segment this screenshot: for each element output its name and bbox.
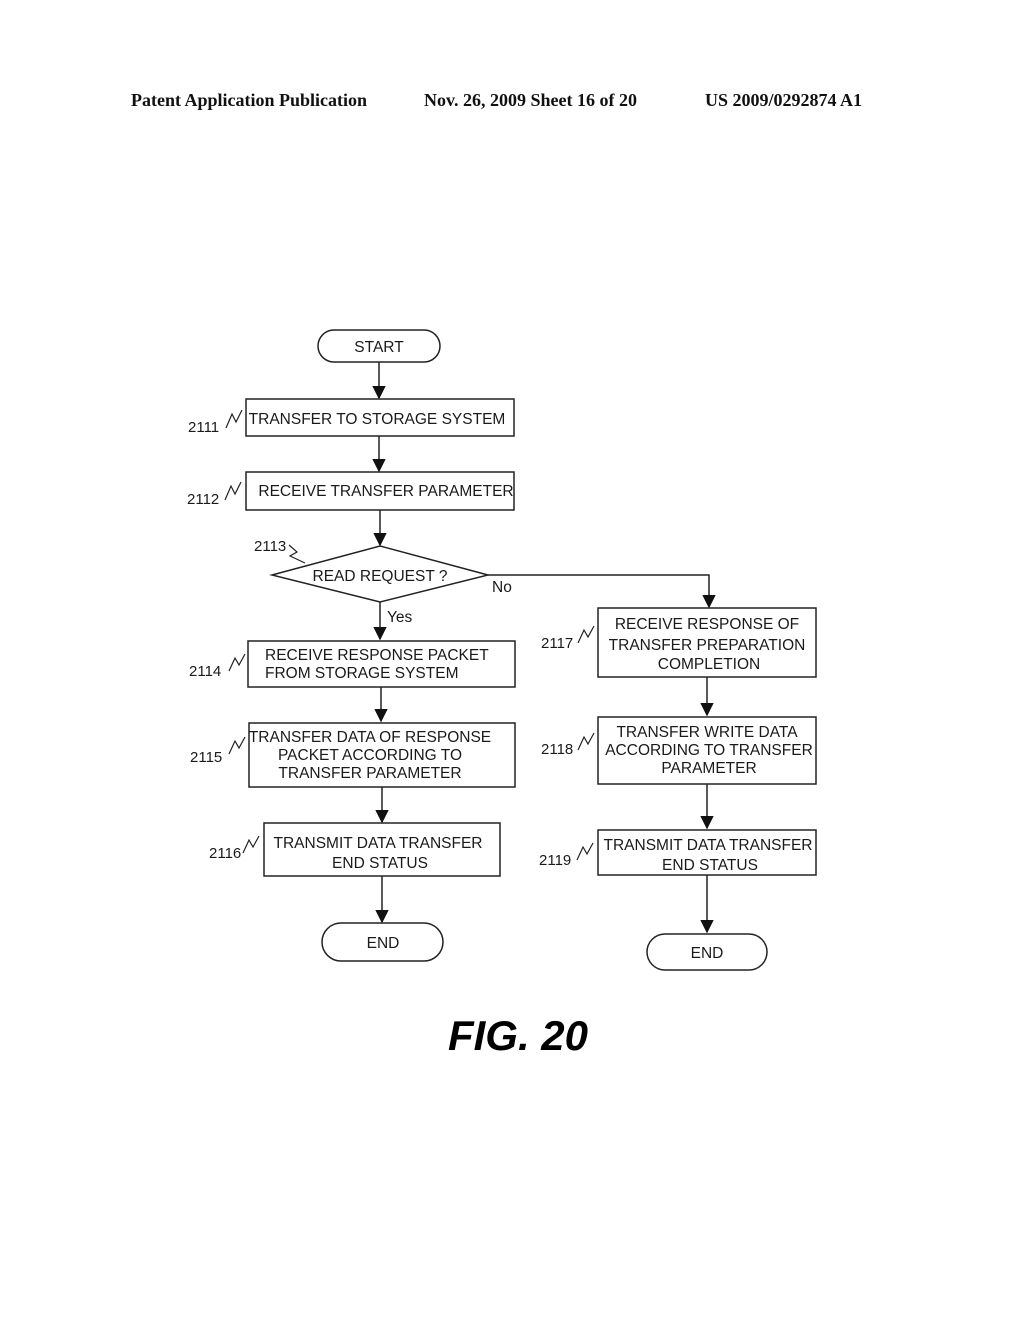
ref-2118: 2118	[541, 741, 573, 758]
ref-squiggle-icon	[228, 653, 246, 672]
step-2112: RECEIVE TRANSFER PARAMETER 2112	[187, 471, 515, 511]
ref-2113: 2113	[254, 538, 286, 555]
ref-2112: 2112	[187, 491, 219, 508]
step-2114-line-1: FROM STORAGE SYSTEM	[265, 665, 459, 682]
arrow-no	[488, 574, 716, 609]
branch-yes-label: Yes	[387, 609, 413, 626]
step-2119: TRANSMIT DATA TRANSFER END STATUS 2119	[539, 829, 817, 876]
decision-2113: READ REQUEST ? 2113	[254, 538, 491, 603]
ref-squiggle-icon	[224, 481, 242, 501]
step-2111: TRANSFER TO STORAGE SYSTEM 2111	[188, 398, 515, 437]
end-left-label: END	[367, 935, 400, 952]
step-2117-line-0: RECEIVE RESPONSE OF	[615, 616, 799, 633]
ref-2116: 2116	[209, 845, 241, 862]
step-2117: RECEIVE RESPONSE OF TRANSFER PREPARATION…	[541, 607, 817, 678]
step-2117-line-1: TRANSFER PREPARATION	[609, 637, 806, 654]
ref-squiggle-icon	[577, 625, 595, 644]
branch-no-label: No	[492, 579, 512, 596]
step-2111-line-0: TRANSFER TO STORAGE SYSTEM	[249, 411, 506, 428]
step-2115-line-2: TRANSFER PARAMETER	[278, 765, 461, 782]
step-2118-line-1: ACCORDING TO TRANSFER	[605, 742, 813, 759]
step-2114: RECEIVE RESPONSE PACKET FROM STORAGE SYS…	[189, 640, 516, 688]
start-terminal: START	[317, 329, 441, 363]
flowchart: START TRANSFER TO STORAGE SYSTEM 2111 RE…	[187, 329, 817, 1059]
step-2119-line-0: TRANSMIT DATA TRANSFER	[604, 837, 813, 854]
ref-2119: 2119	[539, 852, 571, 869]
step-2116: TRANSMIT DATA TRANSFER END STATUS 2116	[209, 822, 501, 877]
ref-squiggle-icon	[576, 842, 594, 861]
step-2115: TRANSFER DATA OF RESPONSE PACKET ACCORDI…	[190, 722, 516, 788]
step-2115-line-1: PACKET ACCORDING TO	[278, 747, 462, 764]
step-2116-line-1: END STATUS	[332, 855, 428, 872]
ref-squiggle-icon	[225, 409, 243, 429]
ref-squiggle-icon	[242, 835, 260, 854]
end-right-label: END	[691, 945, 724, 962]
step-2118-line-2: PARAMETER	[661, 760, 756, 777]
ref-2115: 2115	[190, 749, 222, 766]
ref-squiggle-icon	[288, 544, 306, 564]
step-2118-line-0: TRANSFER WRITE DATA	[616, 724, 798, 741]
step-2115-line-0: TRANSFER DATA OF RESPONSE	[249, 729, 491, 746]
ref-squiggle-icon	[228, 736, 246, 755]
ref-2117: 2117	[541, 635, 573, 652]
step-2116-line-0: TRANSMIT DATA TRANSFER	[274, 835, 483, 852]
end-terminal-left: END	[321, 922, 444, 962]
step-2117-line-2: COMPLETION	[658, 656, 760, 673]
start-label: START	[354, 339, 404, 356]
figure-caption: FIG. 20	[448, 1012, 588, 1059]
ref-2111: 2111	[188, 419, 219, 436]
step-2114-line-0: RECEIVE RESPONSE PACKET	[265, 647, 489, 664]
end-terminal-right: END	[646, 933, 768, 971]
ref-squiggle-icon	[577, 732, 595, 751]
step-2119-line-1: END STATUS	[662, 857, 758, 874]
ref-2114: 2114	[189, 663, 221, 680]
step-2112-line-0: RECEIVE TRANSFER PARAMETER	[258, 483, 513, 500]
step-2118: TRANSFER WRITE DATA ACCORDING TO TRANSFE…	[541, 716, 817, 785]
decision-2113-label: READ REQUEST ?	[313, 568, 448, 585]
